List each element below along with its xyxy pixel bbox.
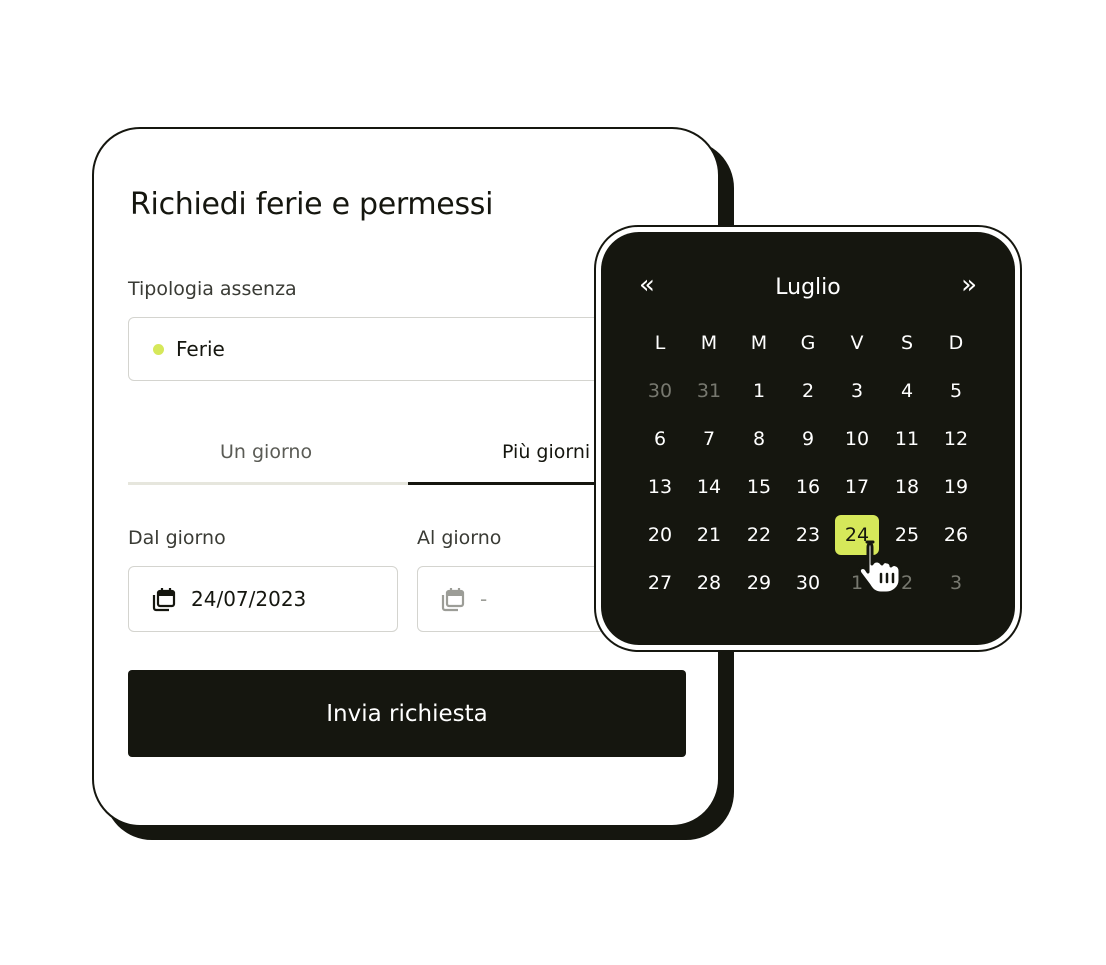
weekday-header: D [948, 332, 964, 354]
weekday-header: M [750, 332, 768, 354]
calendar-day[interactable]: 7 [687, 419, 731, 459]
calendar-day[interactable]: 28 [687, 563, 731, 603]
calendar-day[interactable]: 3 [835, 371, 879, 411]
page-title: Richiedi ferie e permessi [130, 187, 494, 222]
calendar-day[interactable]: 13 [638, 467, 682, 507]
calendar-day[interactable]: 2 [786, 371, 830, 411]
calendar-day[interactable]: 15 [737, 467, 781, 507]
calendar-day[interactable]: 14 [687, 467, 731, 507]
calendar-day[interactable]: 5 [934, 371, 978, 411]
tab-multiple-days[interactable]: Più giorni [502, 441, 590, 463]
absence-type-value: Ferie [176, 337, 225, 361]
calendar-day[interactable]: 11 [885, 419, 929, 459]
calendar-day[interactable]: 31 [687, 371, 731, 411]
calendar-day[interactable]: 17 [835, 467, 879, 507]
calendar-day[interactable]: 30 [786, 563, 830, 603]
weekday-header: M [700, 332, 718, 354]
calendar-day[interactable]: 12 [934, 419, 978, 459]
tab-underline-active [408, 482, 598, 485]
weekday-header: S [900, 332, 914, 354]
weekday-header: G [800, 332, 816, 354]
calendar-day[interactable]: 21 [687, 515, 731, 555]
calendar-day[interactable]: 1 [737, 371, 781, 411]
from-date-value: 24/07/2023 [191, 587, 307, 611]
absence-type-label: Tipologia assenza [128, 278, 297, 300]
weekday-header: V [850, 332, 864, 354]
calendar-day[interactable]: 23 [786, 515, 830, 555]
calendar-day[interactable]: 27 [638, 563, 682, 603]
calendar-month-title: Luglio [775, 275, 841, 300]
calendar-day[interactable]: 4 [885, 371, 929, 411]
hand-pointer-icon [857, 540, 902, 592]
weekday-header: L [654, 332, 666, 354]
tab-single-day[interactable]: Un giorno [220, 441, 312, 463]
calendar-icon [441, 588, 465, 612]
calendar-popup: « Luglio » L M M G V S D 30 31 1 2 3 4 5 6 7 8 9 10 11 12 13 1… [601, 232, 1015, 645]
to-date-value: - [480, 587, 488, 611]
calendar-day[interactable]: 22 [737, 515, 781, 555]
next-month-button[interactable]: » [961, 272, 977, 298]
tab-underline-inactive [128, 482, 408, 485]
submit-request-button[interactable]: Invia richiesta [128, 670, 686, 757]
from-date-field[interactable]: 24/07/2023 [128, 566, 398, 632]
calendar-day[interactable]: 8 [737, 419, 781, 459]
calendar-day[interactable]: 18 [885, 467, 929, 507]
to-date-label: Al giorno [417, 527, 502, 549]
calendar-day[interactable]: 30 [638, 371, 682, 411]
calendar-day[interactable]: 26 [934, 515, 978, 555]
calendar-day[interactable]: 9 [786, 419, 830, 459]
calendar-day[interactable]: 20 [638, 515, 682, 555]
calendar-day[interactable]: 19 [934, 467, 978, 507]
calendar-day[interactable]: 10 [835, 419, 879, 459]
from-date-label: Dal giorno [128, 527, 226, 549]
status-dot-icon [153, 344, 164, 355]
calendar-day[interactable]: 29 [737, 563, 781, 603]
calendar-day[interactable]: 16 [786, 467, 830, 507]
calendar-day[interactable]: 3 [934, 563, 978, 603]
calendar-icon [152, 588, 176, 612]
calendar-day[interactable]: 6 [638, 419, 682, 459]
